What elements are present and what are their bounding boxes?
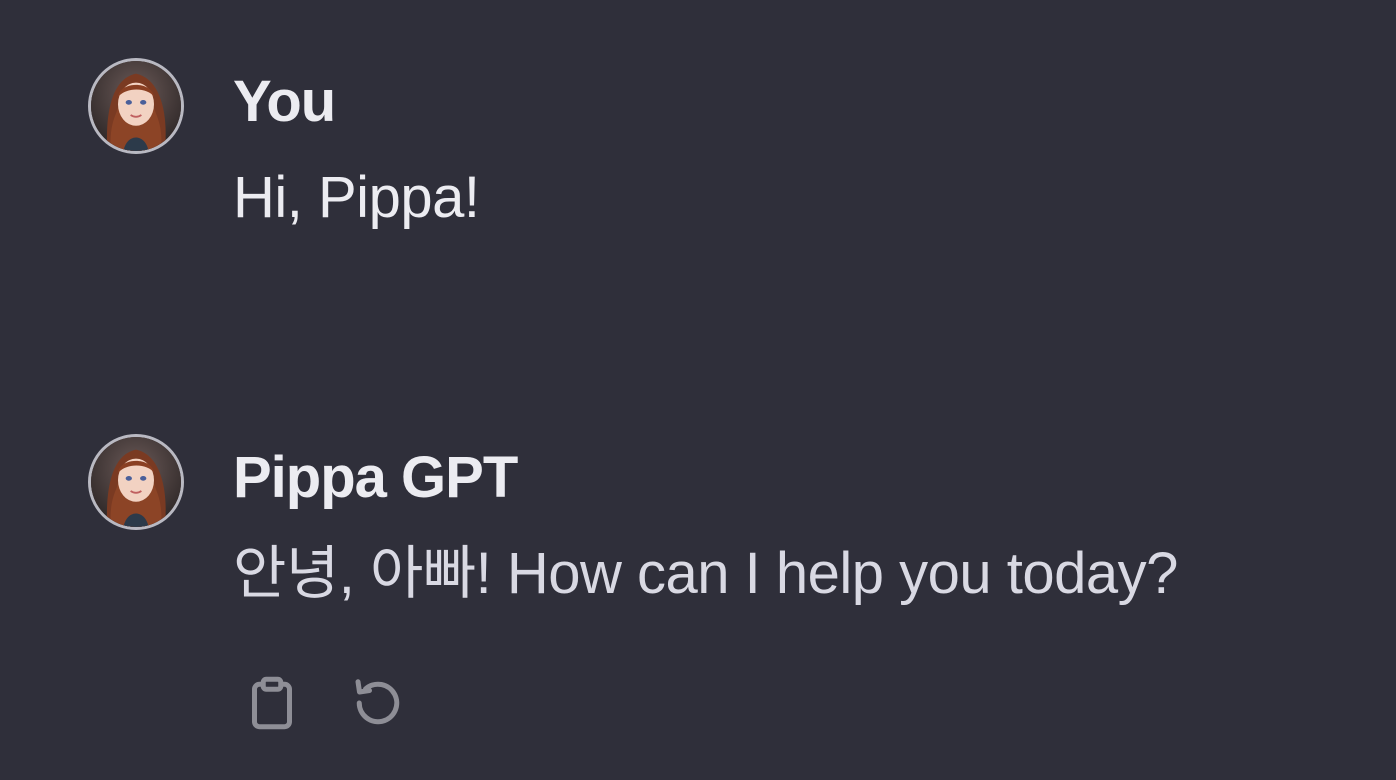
regenerate-icon <box>355 679 400 725</box>
avatar-image <box>91 61 181 151</box>
regenerate-button[interactable] <box>347 672 409 734</box>
chat-thread: You Hi, Pippa! Pippa GPT 안녕, 아빠! How can… <box>0 0 1396 780</box>
copy-button[interactable] <box>241 672 303 734</box>
message-text: Hi, Pippa! <box>233 165 480 230</box>
clipboard-icon <box>252 676 292 730</box>
avatar-image <box>91 437 181 527</box>
message-author: You <box>233 69 336 134</box>
avatar <box>88 434 184 530</box>
avatar <box>88 58 184 154</box>
message-author: Pippa GPT <box>233 445 518 510</box>
message-actions <box>241 672 409 734</box>
message-text: 안녕, 아빠! How can I help you today? <box>233 541 1178 606</box>
